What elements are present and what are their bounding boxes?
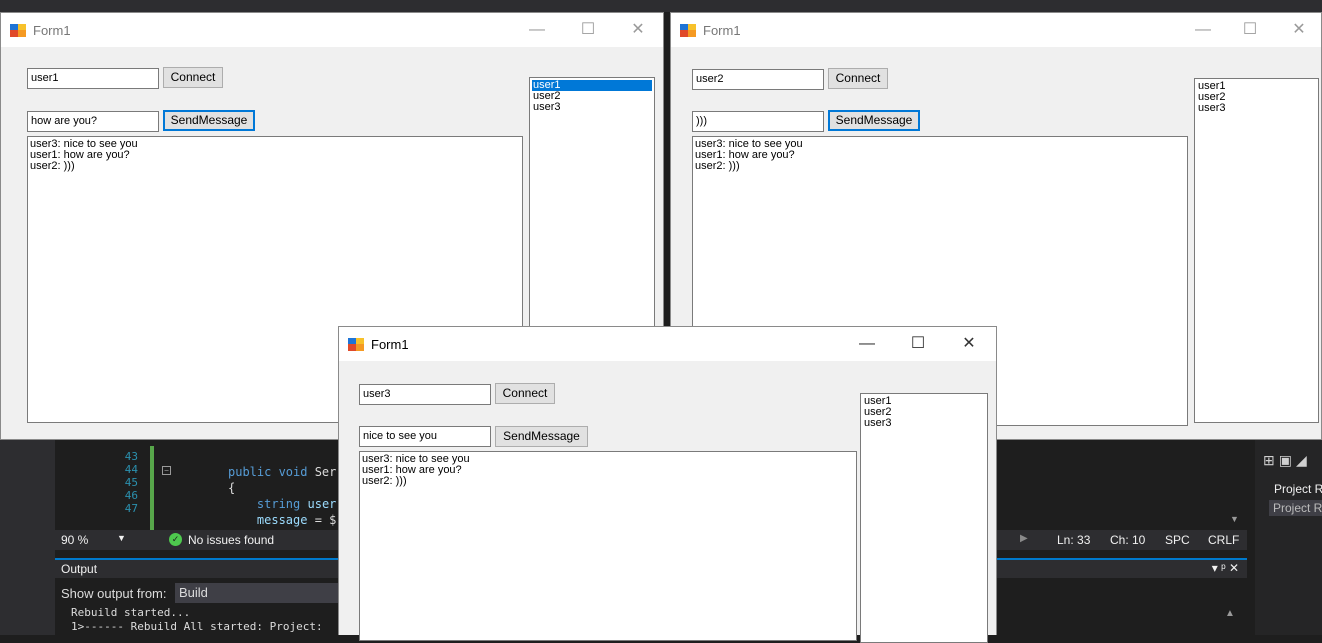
window-titlebar[interactable]: Form1 — ☐ ✕: [1, 13, 663, 47]
play-icon[interactable]: ▶: [1020, 533, 1028, 544]
maximize-icon[interactable]: ☐: [1227, 19, 1273, 43]
chat-line: user2: ))): [30, 160, 75, 172]
minimize-icon[interactable]: —: [1180, 19, 1226, 43]
connect-button[interactable]: Connect: [163, 67, 223, 88]
message-input[interactable]: nice to see you: [359, 426, 491, 447]
code-keyword: public void: [228, 465, 308, 479]
maximize-icon[interactable]: ☐: [895, 333, 941, 357]
maximize-icon[interactable]: ☐: [565, 19, 611, 43]
app-icon: [10, 24, 26, 37]
window-titlebar[interactable]: Form1 — ☐ ✕: [671, 13, 1321, 47]
window-titlebar[interactable]: Form1 — ☐ ✕: [339, 327, 996, 361]
window-title: Form1: [371, 337, 409, 352]
window-title: Form1: [33, 23, 71, 38]
char-indicator: Ch: 10: [1110, 533, 1146, 547]
app-icon: [680, 24, 696, 37]
show-output-label: Show output from:: [61, 586, 167, 601]
app-icon: [348, 338, 364, 351]
window-title: Form1: [703, 23, 741, 38]
vs-top-strip: [0, 0, 1322, 12]
scroll-down-icon[interactable]: ▼: [1230, 514, 1239, 524]
scroll-up-icon[interactable]: ▲: [1225, 608, 1235, 619]
chat-line: user2: ))): [362, 475, 407, 487]
code-identifier: message: [256, 513, 308, 527]
chat-log[interactable]: user3: nice to see you user1: how are yo…: [359, 451, 857, 641]
list-item[interactable]: user3: [863, 418, 985, 429]
users-listbox[interactable]: user1 user2 user3: [1194, 78, 1319, 423]
line-ending-indicator[interactable]: CRLF: [1208, 533, 1239, 547]
change-indicator-bar: [150, 446, 154, 532]
line-number: 46: [124, 489, 138, 502]
code-text: {: [228, 481, 236, 495]
solution-explorer-panel: ⊞▣◢ Project R Project R: [1255, 440, 1322, 635]
line-numbers: 43 44 45 46 47: [98, 450, 138, 515]
collapse-icon[interactable]: −: [162, 466, 171, 475]
send-message-button[interactable]: SendMessage: [163, 110, 255, 131]
chevron-down-icon[interactable]: ▼: [117, 533, 126, 543]
project-item[interactable]: Project R: [1274, 482, 1322, 496]
chat-line: user2: ))): [695, 160, 740, 172]
issues-status[interactable]: No issues found: [188, 533, 274, 547]
send-message-button[interactable]: SendMessage: [828, 110, 920, 131]
username-input[interactable]: user3: [359, 384, 491, 405]
vs-left-rail: [0, 440, 55, 635]
check-circle-icon: ✓: [169, 533, 182, 546]
message-input[interactable]: how are you?: [27, 111, 159, 132]
close-icon[interactable]: ✕: [1276, 19, 1322, 43]
connect-button[interactable]: Connect: [828, 68, 888, 89]
code-text: Ser: [307, 465, 337, 479]
username-input[interactable]: user2: [692, 69, 824, 90]
code-keyword: string: [256, 497, 301, 511]
list-item[interactable]: user3: [1197, 103, 1316, 114]
whitespace-indicator[interactable]: SPC: [1165, 533, 1190, 547]
line-number: 45: [124, 476, 138, 489]
toolbar-icons[interactable]: ⊞▣◢: [1263, 452, 1311, 469]
line-indicator: Ln: 33: [1057, 533, 1091, 547]
line-number: 44: [124, 463, 138, 476]
output-title: Output: [61, 562, 98, 576]
list-item[interactable]: user3: [532, 102, 652, 113]
code-editor[interactable]: public void Ser { string user message = …: [228, 464, 336, 528]
chat-line: user1: how are you?: [30, 149, 130, 161]
output-line: Rebuild started...: [71, 606, 191, 619]
project-item[interactable]: Project R: [1269, 500, 1322, 516]
username-input[interactable]: user1: [27, 68, 159, 89]
minimize-icon[interactable]: —: [844, 333, 890, 357]
close-icon[interactable]: ✕: [946, 333, 992, 357]
send-message-button[interactable]: SendMessage: [495, 426, 588, 447]
users-listbox[interactable]: user1 user2 user3: [860, 393, 988, 643]
panel-controls-icon[interactable]: ▾ ᵖ ✕: [1212, 561, 1239, 575]
line-number: 47: [124, 502, 138, 515]
zoom-level[interactable]: 90 %: [61, 533, 88, 547]
connect-button[interactable]: Connect: [495, 383, 555, 404]
message-input[interactable]: ))): [692, 111, 824, 132]
code-text: = $: [307, 513, 337, 527]
form-window-3: Form1 — ☐ ✕ user3 Connect nice to see yo…: [338, 326, 997, 643]
chat-line: user1: how are you?: [695, 149, 795, 161]
minimize-icon[interactable]: —: [514, 19, 560, 43]
code-text: user: [300, 497, 337, 511]
close-icon[interactable]: ✕: [615, 19, 661, 43]
output-line: 1>------ Rebuild All started: Project:: [71, 620, 323, 633]
line-number: 43: [124, 450, 138, 463]
chat-line: user1: how are you?: [362, 464, 462, 476]
